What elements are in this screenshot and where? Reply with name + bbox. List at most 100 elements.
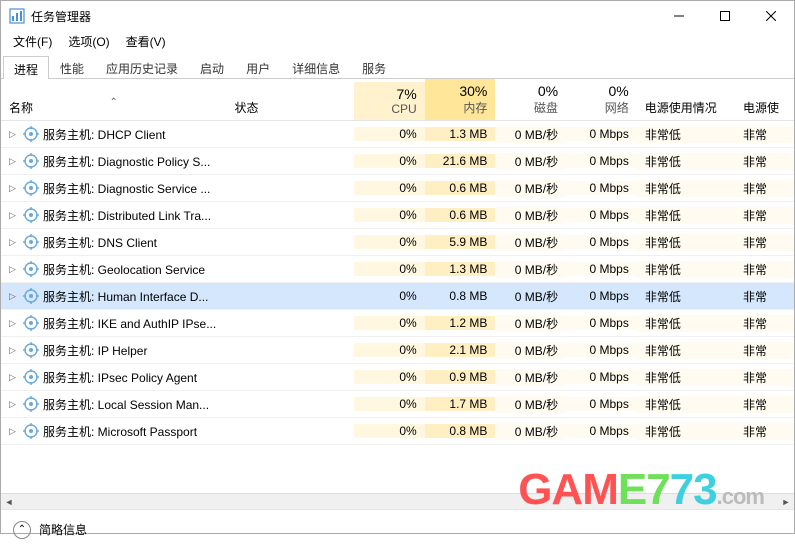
net-value: 0 Mbps: [566, 424, 637, 438]
col-disk[interactable]: 0% 磁盘: [495, 79, 566, 120]
mem-value: 1.3 MB: [425, 262, 496, 276]
cpu-value: 0%: [354, 208, 425, 222]
gear-icon: [23, 288, 39, 304]
gear-icon: [23, 396, 39, 412]
scroll-left-icon[interactable]: ◄: [1, 494, 17, 510]
menu-file[interactable]: 文件(F): [9, 31, 56, 52]
power-value: 非常低: [637, 423, 735, 440]
expand-icon[interactable]: ▷: [9, 345, 19, 356]
power-trend-value: 非常: [735, 180, 794, 197]
horizontal-scrollbar[interactable]: ◄ ►: [1, 493, 794, 509]
expand-icon[interactable]: ▷: [9, 237, 19, 248]
col-name-label: 名称: [9, 101, 33, 115]
net-value: 0 Mbps: [566, 262, 637, 276]
power-value: 非常低: [637, 180, 735, 197]
expand-icon[interactable]: ▷: [9, 291, 19, 302]
col-name[interactable]: ⌃ 名称: [1, 95, 226, 120]
disk-value: 0 MB/秒: [495, 153, 566, 170]
gear-icon: [23, 180, 39, 196]
maximize-button[interactable]: [702, 1, 748, 31]
power-value: 非常低: [637, 369, 735, 386]
cpu-value: 0%: [354, 397, 425, 411]
power-trend-value: 非常: [735, 234, 794, 251]
power-trend-value: 非常: [735, 126, 794, 143]
power-trend-value: 非常: [735, 342, 794, 359]
col-status[interactable]: 状态: [226, 95, 354, 120]
tab-3[interactable]: 启动: [189, 55, 235, 78]
power-value: 非常低: [637, 315, 735, 332]
menu-view[interactable]: 查看(V): [122, 31, 170, 52]
gear-icon: [23, 207, 39, 223]
tab-2[interactable]: 应用历史记录: [95, 55, 189, 78]
fewer-details-toggle[interactable]: ⌃ 简略信息: [1, 509, 794, 549]
table-row[interactable]: ▷服务主机: IKE and AuthIP IPse...0%1.2 MB0 M…: [1, 310, 794, 337]
power-trend-value: 非常: [735, 261, 794, 278]
mem-value: 1.2 MB: [425, 316, 496, 330]
expand-icon[interactable]: ▷: [9, 426, 19, 437]
col-cpu[interactable]: 7% CPU: [354, 82, 425, 120]
power-trend-value: 非常: [735, 369, 794, 386]
expand-icon[interactable]: ▷: [9, 399, 19, 410]
expand-icon[interactable]: ▷: [9, 318, 19, 329]
chevron-up-icon: ⌃: [13, 521, 31, 539]
gear-icon: [23, 423, 39, 439]
menu-options[interactable]: 选项(O): [64, 31, 113, 52]
table-row[interactable]: ▷服务主机: IPsec Policy Agent0%0.9 MB0 MB/秒0…: [1, 364, 794, 391]
net-value: 0 Mbps: [566, 370, 637, 384]
expand-icon[interactable]: ▷: [9, 210, 19, 221]
table-row[interactable]: ▷服务主机: IP Helper0%2.1 MB0 MB/秒0 Mbps非常低非…: [1, 337, 794, 364]
mem-value: 0.8 MB: [425, 424, 496, 438]
table-row[interactable]: ▷服务主机: DNS Client0%5.9 MB0 MB/秒0 Mbps非常低…: [1, 229, 794, 256]
expand-icon[interactable]: ▷: [9, 372, 19, 383]
process-grid: ⌃ 名称 状态 7% CPU 30% 内存 0% 磁盘 0% 网络 电源使用情况…: [1, 79, 794, 493]
grid-header: ⌃ 名称 状态 7% CPU 30% 内存 0% 磁盘 0% 网络 电源使用情况…: [1, 79, 794, 121]
tab-5[interactable]: 详细信息: [281, 55, 351, 78]
tab-0[interactable]: 进程: [3, 56, 49, 79]
sort-arrow-icon: ⌃: [110, 97, 118, 108]
table-row[interactable]: ▷服务主机: Human Interface D...0%0.8 MB0 MB/…: [1, 283, 794, 310]
power-value: 非常低: [637, 396, 735, 413]
net-value: 0 Mbps: [566, 289, 637, 303]
expand-icon[interactable]: ▷: [9, 129, 19, 140]
scroll-right-icon[interactable]: ►: [778, 494, 794, 510]
gear-icon: [23, 315, 39, 331]
expand-icon[interactable]: ▷: [9, 183, 19, 194]
expand-icon[interactable]: ▷: [9, 264, 19, 275]
mem-value: 0.8 MB: [425, 289, 496, 303]
process-name: 服务主机: Geolocation Service: [43, 261, 205, 278]
tab-1[interactable]: 性能: [49, 55, 95, 78]
power-trend-value: 非常: [735, 153, 794, 170]
table-row[interactable]: ▷服务主机: Microsoft Passport0%0.8 MB0 MB/秒0…: [1, 418, 794, 445]
process-name: 服务主机: IPsec Policy Agent: [43, 369, 197, 386]
net-value: 0 Mbps: [566, 154, 637, 168]
tab-6[interactable]: 服务: [351, 55, 397, 78]
col-power[interactable]: 电源使用情况: [637, 95, 735, 120]
expand-icon[interactable]: ▷: [9, 156, 19, 167]
scroll-track[interactable]: [17, 494, 778, 510]
close-button[interactable]: [748, 1, 794, 31]
process-name: 服务主机: Distributed Link Tra...: [43, 207, 211, 224]
table-row[interactable]: ▷服务主机: Diagnostic Policy S...0%21.6 MB0 …: [1, 148, 794, 175]
net-value: 0 Mbps: [566, 316, 637, 330]
col-power-trend[interactable]: 电源使: [735, 95, 794, 120]
minimize-button[interactable]: [656, 1, 702, 31]
col-mem[interactable]: 30% 内存: [425, 79, 496, 120]
grid-body[interactable]: ▷服务主机: DHCP Client0%1.3 MB0 MB/秒0 Mbps非常…: [1, 121, 794, 493]
gear-icon: [23, 234, 39, 250]
tab-4[interactable]: 用户: [235, 55, 281, 78]
process-name: 服务主机: DHCP Client: [43, 126, 165, 143]
table-row[interactable]: ▷服务主机: Local Session Man...0%1.7 MB0 MB/…: [1, 391, 794, 418]
table-row[interactable]: ▷服务主机: Distributed Link Tra...0%0.6 MB0 …: [1, 202, 794, 229]
power-trend-value: 非常: [735, 288, 794, 305]
table-row[interactable]: ▷服务主机: DHCP Client0%1.3 MB0 MB/秒0 Mbps非常…: [1, 121, 794, 148]
table-row[interactable]: ▷服务主机: Geolocation Service0%1.3 MB0 MB/秒…: [1, 256, 794, 283]
mem-value: 0.9 MB: [425, 370, 496, 384]
power-value: 非常低: [637, 207, 735, 224]
power-trend-value: 非常: [735, 207, 794, 224]
col-net[interactable]: 0% 网络: [566, 79, 637, 120]
titlebar: 任务管理器: [1, 1, 794, 31]
power-trend-value: 非常: [735, 396, 794, 413]
cpu-value: 0%: [354, 343, 425, 357]
cpu-value: 0%: [354, 235, 425, 249]
table-row[interactable]: ▷服务主机: Diagnostic Service ...0%0.6 MB0 M…: [1, 175, 794, 202]
